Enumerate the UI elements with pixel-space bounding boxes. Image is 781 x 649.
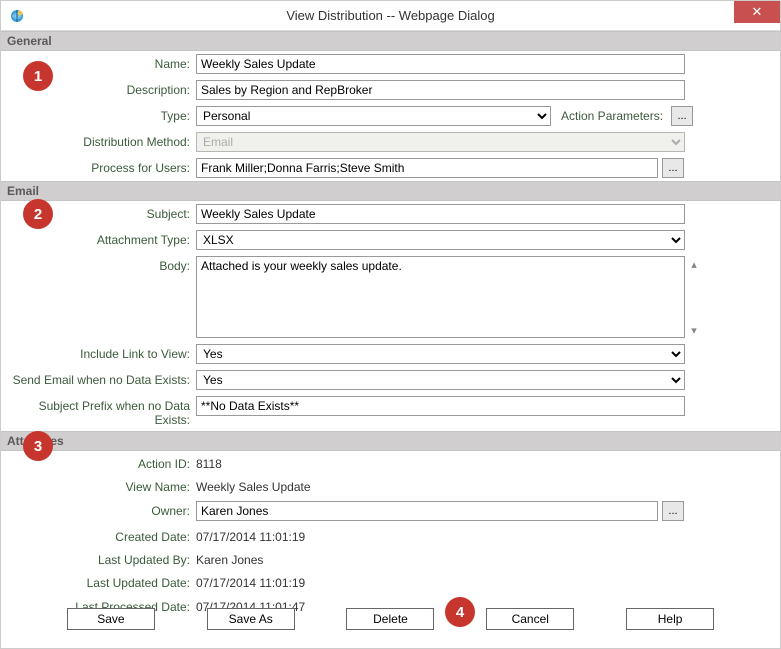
- process-users-input[interactable]: [196, 158, 658, 178]
- dist-method-select: Email: [196, 132, 685, 152]
- cancel-button[interactable]: Cancel: [486, 608, 574, 630]
- type-select[interactable]: Personal: [196, 106, 551, 126]
- action-params-label: Action Parameters:: [561, 109, 663, 123]
- view-name-value: Weekly Sales Update: [196, 477, 311, 494]
- callout-4: 4: [445, 597, 475, 627]
- callout-1: 1: [23, 61, 53, 91]
- delete-button[interactable]: Delete: [346, 608, 434, 630]
- owner-input[interactable]: [196, 501, 658, 521]
- save-button[interactable]: Save: [67, 608, 155, 630]
- close-icon: ✕: [752, 4, 763, 20]
- type-label: Type:: [11, 106, 196, 123]
- button-bar: Save Save As Delete Cancel Help: [1, 608, 780, 630]
- dialog-content: General Name: Description: Type: Persona…: [1, 31, 780, 617]
- section-email: Email: [1, 181, 780, 201]
- send-nodata-select[interactable]: Yes: [196, 370, 685, 390]
- ie-icon: [9, 8, 25, 24]
- created-date-value: 07/17/2014 11:01:19: [196, 527, 305, 544]
- updated-by-value: Karen Jones: [196, 550, 263, 567]
- send-nodata-label: Send Email when no Data Exists:: [11, 370, 196, 387]
- callout-2: 2: [23, 199, 53, 229]
- include-link-select[interactable]: Yes: [196, 344, 685, 364]
- save-as-button[interactable]: Save As: [207, 608, 295, 630]
- updated-date-label: Last Updated Date:: [11, 573, 196, 590]
- scroll-up-icon[interactable]: ▴: [687, 256, 701, 272]
- process-users-label: Process for Users:: [11, 158, 196, 175]
- description-input[interactable]: [196, 80, 685, 100]
- updated-by-label: Last Updated By:: [11, 550, 196, 567]
- action-id-value: 8118: [196, 454, 222, 471]
- scroll-down-icon[interactable]: ▾: [687, 322, 701, 338]
- view-name-label: View Name:: [11, 477, 196, 494]
- window-title: View Distribution -- Webpage Dialog: [286, 8, 494, 23]
- process-users-browse-button[interactable]: ...: [662, 158, 684, 178]
- attachment-type-select[interactable]: XLSX: [196, 230, 685, 250]
- body-textarea[interactable]: [196, 256, 685, 338]
- section-attributes: Attributes: [1, 431, 780, 451]
- include-link-label: Include Link to View:: [11, 344, 196, 361]
- help-button[interactable]: Help: [626, 608, 714, 630]
- updated-date-value: 07/17/2014 11:01:19: [196, 573, 305, 590]
- owner-browse-button[interactable]: ...: [662, 501, 684, 521]
- prefix-nodata-input[interactable]: [196, 396, 685, 416]
- name-input[interactable]: [196, 54, 685, 74]
- callout-3: 3: [23, 431, 53, 461]
- subject-input[interactable]: [196, 204, 685, 224]
- prefix-nodata-label: Subject Prefix when no Data Exists:: [11, 396, 196, 428]
- section-general: General: [1, 31, 780, 51]
- created-date-label: Created Date:: [11, 527, 196, 544]
- close-button[interactable]: ✕: [734, 1, 780, 23]
- titlebar: View Distribution -- Webpage Dialog ✕: [1, 1, 780, 31]
- attachment-type-label: Attachment Type:: [11, 230, 196, 247]
- owner-label: Owner:: [11, 501, 196, 518]
- body-label: Body:: [11, 256, 196, 273]
- dist-method-label: Distribution Method:: [11, 132, 196, 149]
- action-params-button[interactable]: ...: [671, 106, 693, 126]
